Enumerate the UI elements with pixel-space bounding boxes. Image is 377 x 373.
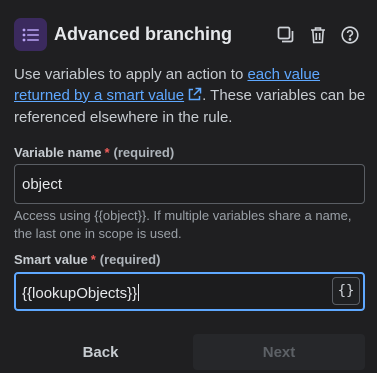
description-text: Use variables to apply an action to — [14, 66, 248, 83]
description: Use variables to apply an action to each… — [14, 65, 369, 129]
variable-name-label: Variable name * (required) — [14, 145, 175, 160]
trash-icon[interactable] — [308, 25, 328, 45]
duplicate-icon[interactable] — [276, 25, 296, 45]
smart-value-label: Smart value * (required) — [14, 252, 161, 267]
text-caret — [138, 284, 140, 301]
variable-name-help: Access using {{object}}. If multiple var… — [14, 208, 352, 241]
list-icon — [14, 18, 47, 51]
variable-name-value: object — [22, 176, 63, 193]
smart-value-text: {{lookupObjects}} — [22, 284, 140, 302]
panel-title: Advanced branching — [54, 24, 233, 44]
external-link-icon[interactable] — [187, 87, 202, 109]
help-icon[interactable] — [340, 25, 360, 45]
insert-smart-value-button[interactable]: {} — [332, 277, 360, 305]
panel-header: Advanced branching — [14, 18, 365, 54]
smart-value-input[interactable]: {{lookupObjects}} {} — [14, 272, 365, 311]
variable-name-input[interactable]: object — [14, 164, 365, 204]
back-button[interactable]: Back — [10, 334, 191, 370]
next-button[interactable]: Next — [193, 334, 365, 370]
